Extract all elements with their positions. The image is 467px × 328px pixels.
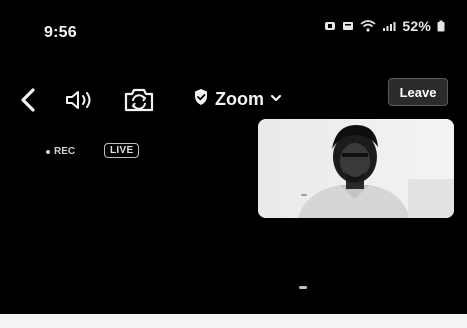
message-icon — [342, 20, 354, 32]
rec-indicator: REC — [46, 146, 75, 157]
status-bar-icons: 52% — [324, 18, 445, 34]
live-badge: LIVE — [104, 143, 140, 158]
swipe-indicator[interactable] — [299, 286, 307, 289]
rec-dot-icon — [46, 149, 50, 154]
chevron-down-icon — [270, 90, 282, 108]
notification-icon — [324, 20, 336, 32]
speaker-icon[interactable] — [62, 86, 96, 114]
meeting-screen: 9:56 52% Zoom Leave REC LIVE — [0, 0, 467, 314]
camera-flip-icon[interactable] — [121, 85, 157, 115]
leave-button[interactable]: Leave — [388, 78, 448, 106]
swipe-indicator-top — [301, 194, 307, 196]
participant-video[interactable] — [258, 119, 454, 218]
battery-icon — [437, 20, 445, 32]
battery-percent: 52% — [402, 18, 431, 34]
chevron-left-icon[interactable] — [14, 86, 42, 114]
wifi-icon — [360, 20, 376, 32]
status-time: 9:56 — [44, 24, 77, 41]
signal-icon — [382, 20, 396, 32]
meeting-title-dropdown[interactable]: Zoom — [193, 86, 282, 112]
rec-label: REC — [54, 146, 76, 157]
shield-check-icon — [193, 88, 209, 111]
meeting-title: Zoom — [215, 88, 264, 109]
